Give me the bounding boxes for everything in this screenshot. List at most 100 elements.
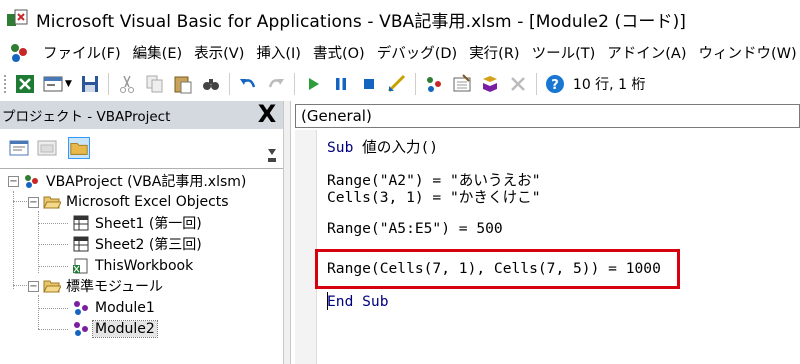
tree-connector [13, 191, 14, 289]
excel-view-icon[interactable] [14, 73, 36, 95]
toggle-folders-icon[interactable] [68, 137, 90, 159]
object-browser-icon[interactable] [479, 73, 501, 95]
toolbox-icon[interactable] [507, 73, 529, 95]
tree-item-excel-objects[interactable]: − Microsoft Excel Objects [28, 192, 231, 212]
worksheet-icon [72, 236, 90, 252]
title-bar: Microsoft Visual Basic for Applications … [0, 0, 800, 38]
toolbar-separator [293, 73, 295, 95]
insert-userform-icon[interactable] [42, 73, 64, 95]
menu-debug[interactable]: デバッグ(D) [371, 42, 463, 63]
project-explorer-toolbar [0, 129, 283, 169]
tree-item-module2[interactable]: Module2 [72, 319, 158, 339]
properties-window-icon[interactable] [451, 73, 473, 95]
code-margin-indicator-bar[interactable] [295, 130, 317, 364]
cursor-position-indicator: 10 行, 1 桁 [572, 77, 646, 93]
menu-window[interactable]: ウィンドウ(W) [692, 42, 800, 63]
module-icon [72, 300, 90, 316]
menu-format[interactable]: 書式(O) [307, 42, 371, 63]
tree-item-thisworkbook[interactable]: ThisWorkbook [72, 256, 195, 276]
view-code-icon[interactable] [8, 137, 30, 159]
tree-item-sheet2[interactable]: Sheet2 (第三回) [72, 234, 204, 254]
tree-expander[interactable]: − [28, 196, 39, 208]
project-explorer-header: プロジェクト - VBAProject X [0, 101, 283, 129]
tree-connector [38, 223, 68, 224]
redo-icon[interactable] [265, 73, 287, 95]
scroll-arrow-icon[interactable] [267, 145, 277, 165]
insert-dropdown-arrow-icon[interactable]: ▼ [65, 79, 72, 89]
tree-label-vbaproject: VBAProject (VBA記事用.xlsm) [46, 174, 247, 190]
cut-icon[interactable] [116, 73, 138, 95]
tree-label-sheet2: Sheet2 (第三回) [95, 237, 202, 253]
tree-connector [13, 201, 27, 202]
menu-insert[interactable]: 挿入(I) [250, 42, 307, 63]
toolbar-separator [535, 73, 537, 95]
menu-file[interactable]: ファイル(F) [37, 42, 127, 63]
tree-label-standard-modules: 標準モジュール [66, 279, 164, 295]
code-text: 値の入力() [353, 139, 439, 156]
menu-addins[interactable]: アドイン(A) [601, 42, 692, 63]
tree-connector [38, 211, 39, 273]
find-icon[interactable] [200, 73, 222, 95]
standard-toolbar: ▼ ? 10 行, 1 桁 [0, 67, 800, 101]
menu-view[interactable]: 表示(V) [188, 42, 250, 63]
vba-app-icon [6, 8, 28, 30]
undo-icon[interactable] [237, 73, 259, 95]
tree-connector [38, 295, 39, 329]
open-folder-icon [43, 278, 62, 294]
code-line-6: Range("A5:E5") = 500 [327, 220, 503, 237]
toolbar-separator [107, 73, 109, 95]
tree-item-sheet1[interactable]: Sheet1 (第一回) [72, 213, 204, 233]
paste-icon[interactable] [172, 73, 194, 95]
close-icon[interactable]: X [255, 102, 279, 127]
tree-connector [38, 244, 68, 245]
vbaproject-icon [23, 173, 41, 189]
toolbar-grip-handle[interactable] [3, 74, 7, 94]
view-object-icon[interactable] [36, 137, 58, 159]
keyword-sub: Sub [327, 139, 354, 156]
code-line-10: End Sub [327, 293, 389, 310]
tree-connector [13, 285, 27, 286]
run-icon[interactable] [302, 73, 324, 95]
tree-connector [38, 266, 68, 267]
tree-expander[interactable]: − [28, 280, 39, 292]
tree-connector [38, 308, 68, 309]
tree-connector [38, 329, 68, 330]
tree-label-module1: Module1 [95, 300, 155, 316]
menu-bar: ファイル(F) 編集(E) 表示(V) 挿入(I) 書式(O) デバッグ(D) … [0, 38, 800, 67]
design-mode-icon[interactable] [386, 73, 408, 95]
workbook-icon [72, 258, 90, 274]
project-explorer-title: プロジェクト - VBAProject [2, 109, 171, 125]
module-icon [72, 321, 90, 337]
tree-item-standard-modules[interactable]: − 標準モジュール [28, 276, 165, 296]
code-editor[interactable]: Sub 値の入力() Range("A2") = "あいうえお" Cells(3… [295, 130, 800, 364]
menu-edit[interactable]: 編集(E) [127, 42, 188, 63]
tree-expander[interactable]: − [8, 175, 19, 187]
tree-label-excel-objects: Microsoft Excel Objects [66, 194, 229, 210]
break-icon[interactable] [330, 73, 352, 95]
toolbar-separator [228, 73, 230, 95]
project-tree: − VBAProject (VBA記事用.xlsm) − Microsoft E… [0, 169, 283, 364]
tree-label-sheet1: Sheet1 (第一回) [95, 216, 202, 232]
project-explorer-icon[interactable] [423, 73, 445, 95]
toolbar-separator [414, 73, 416, 95]
menu-run[interactable]: 実行(R) [463, 42, 525, 63]
tree-label-thisworkbook: ThisWorkbook [95, 258, 194, 274]
excel-vba-menu-icon[interactable] [7, 42, 31, 64]
reset-icon[interactable] [358, 73, 380, 95]
window-title: Microsoft Visual Basic for Applications … [36, 11, 687, 32]
menu-tools[interactable]: ツール(T) [526, 42, 602, 63]
open-folder-icon [43, 194, 62, 210]
tree-item-module1[interactable]: Module1 [72, 298, 157, 318]
pane-splitter[interactable] [283, 101, 291, 364]
help-icon[interactable]: ? [544, 73, 566, 95]
tree-item-vbaproject[interactable]: − VBAProject (VBA記事用.xlsm) [8, 171, 248, 191]
copy-icon[interactable] [144, 73, 166, 95]
highlight-annotation-box [315, 249, 680, 289]
svg-text:?: ? [551, 78, 559, 93]
worksheet-icon [72, 215, 90, 231]
code-line-4: Cells(3, 1) = "かきくけこ" [327, 189, 541, 206]
save-icon[interactable] [79, 73, 101, 95]
tree-label-module2: Module2 [92, 320, 158, 338]
object-combo-box[interactable]: (General) [295, 104, 800, 128]
text-caret [327, 292, 328, 310]
